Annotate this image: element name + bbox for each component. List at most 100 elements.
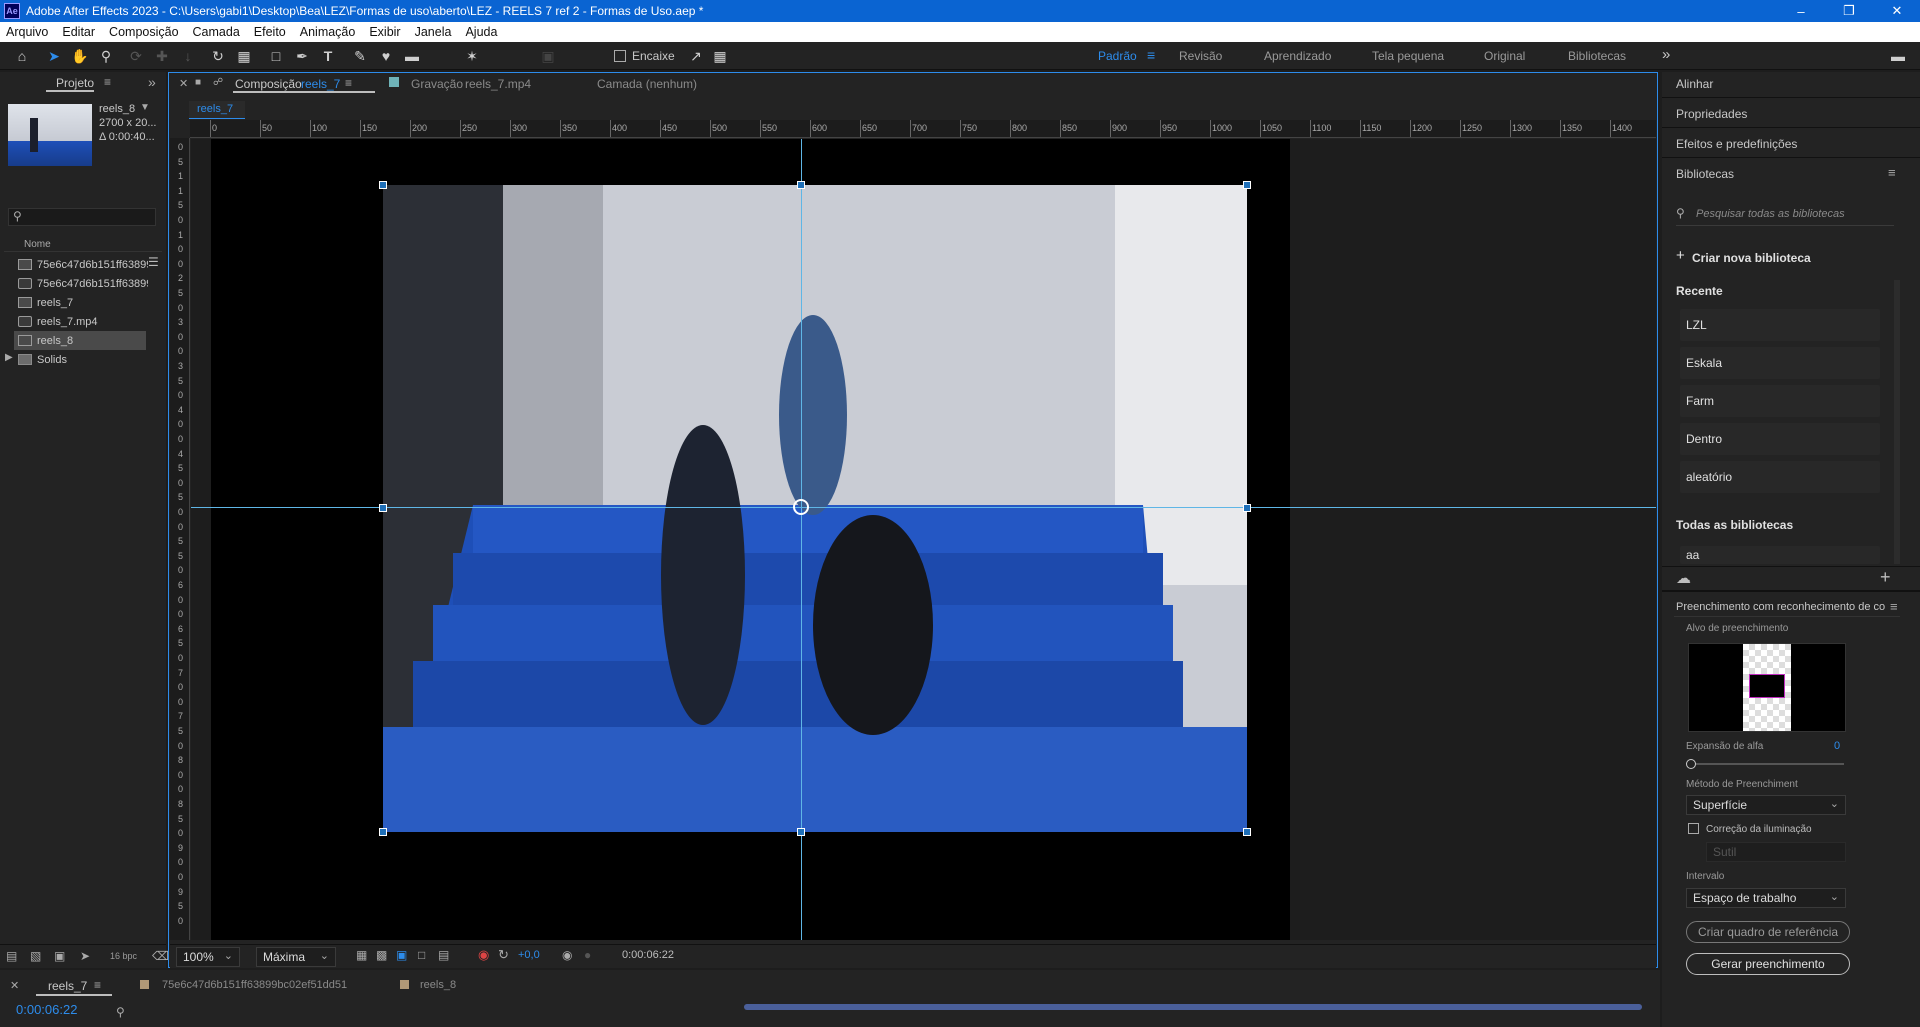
workspace-bibliotecas[interactable]: Bibliotecas bbox=[1568, 49, 1626, 63]
home-icon[interactable]: ⌂ bbox=[14, 48, 30, 64]
workspace-overflow-icon[interactable]: » bbox=[1662, 46, 1670, 63]
transparency-grid-icon[interactable]: ▩ bbox=[376, 948, 387, 962]
comp-tab-name[interactable]: reels_7 bbox=[301, 77, 340, 91]
alpha-expansion-value[interactable]: 0 bbox=[1834, 740, 1840, 752]
transform-handle[interactable] bbox=[379, 828, 387, 836]
create-reference-frame-button[interactable]: Criar quadro de referência bbox=[1686, 921, 1850, 943]
footage-frame[interactable] bbox=[383, 185, 1247, 832]
panel-efeitos[interactable]: Efeitos e predefinições bbox=[1676, 137, 1797, 151]
panel-toggle-icon[interactable]: ▬ bbox=[1890, 48, 1906, 64]
workspace-revisao[interactable]: Revisão bbox=[1179, 49, 1222, 63]
resolution-select[interactable]: Máxima ⌄ bbox=[256, 947, 336, 967]
transform-handle[interactable] bbox=[1243, 828, 1251, 836]
panel-alinhar[interactable]: Alinhar bbox=[1676, 77, 1713, 91]
library-item[interactable]: Eskala bbox=[1680, 347, 1880, 379]
column-name-header[interactable]: Nome bbox=[24, 239, 51, 250]
puppet-tool-icon[interactable]: ✶ bbox=[464, 48, 480, 64]
menu-editar[interactable]: Editar bbox=[62, 25, 95, 39]
type-tool-icon[interactable]: T bbox=[320, 48, 336, 64]
anchor-point-icon[interactable] bbox=[793, 499, 809, 515]
pan-behind-tool-icon[interactable]: ▦ bbox=[236, 48, 252, 64]
project-tab[interactable]: Projeto bbox=[56, 76, 94, 90]
timeline-timecode[interactable]: 0:00:06:22 bbox=[16, 1002, 77, 1017]
create-library-button[interactable]: Criar nova biblioteca bbox=[1692, 251, 1811, 265]
fill-panel-title[interactable]: Preenchimento com reconhecimento de co bbox=[1676, 601, 1888, 613]
exposure-value[interactable]: +0,0 bbox=[518, 949, 540, 961]
cloud-icon[interactable]: ☁ bbox=[1676, 569, 1691, 587]
interpret-footage-icon[interactable]: ▤ bbox=[6, 949, 17, 963]
menu-janela[interactable]: Janela bbox=[415, 25, 452, 39]
project-item[interactable]: 75e6c47d6b151ff63899 bbox=[18, 255, 148, 274]
transform-handle[interactable] bbox=[1243, 504, 1251, 512]
project-overflow-icon[interactable]: » bbox=[148, 74, 156, 90]
generate-fill-button[interactable]: Gerar preenchimento bbox=[1686, 953, 1850, 975]
orbit-tool-icon[interactable]: ⟳ bbox=[128, 48, 144, 64]
lighting-correction-checkbox[interactable] bbox=[1688, 823, 1699, 834]
lighting-strength-select[interactable]: Sutil bbox=[1706, 842, 1846, 862]
region-icon[interactable]: ▦ bbox=[356, 948, 367, 962]
transform-handle[interactable] bbox=[1243, 181, 1251, 189]
transform-handle[interactable] bbox=[797, 828, 805, 836]
viewer-canvas[interactable] bbox=[191, 139, 1656, 940]
project-folder[interactable]: Solids bbox=[18, 350, 148, 369]
transform-handle[interactable] bbox=[379, 504, 387, 512]
add-icon[interactable]: + bbox=[1880, 567, 1891, 588]
menu-exibir[interactable]: Exibir bbox=[369, 25, 400, 39]
library-item[interactable]: Farm bbox=[1680, 385, 1880, 417]
clone-stamp-tool-icon[interactable]: ♥ bbox=[378, 48, 394, 64]
render-icon[interactable]: ➤ bbox=[80, 949, 90, 963]
zoom-tool-icon[interactable]: ⚲ bbox=[98, 48, 114, 64]
vertical-guide[interactable] bbox=[801, 139, 802, 940]
libraries-search-input[interactable]: ⚲ Pesquisar todas as bibliotecas bbox=[1676, 204, 1894, 226]
libraries-menu-icon[interactable]: ≡ bbox=[1888, 165, 1896, 180]
transform-handle[interactable] bbox=[379, 181, 387, 189]
menu-efeito[interactable]: Efeito bbox=[254, 25, 286, 39]
footage-tab-name[interactable]: reels_7.mp4 bbox=[465, 77, 531, 91]
menu-camada[interactable]: Camada bbox=[193, 25, 240, 39]
viewer-timecode[interactable]: 0:00:06:22 bbox=[622, 949, 674, 961]
folder-expand-icon[interactable]: ▶ bbox=[5, 352, 13, 363]
menu-animacao[interactable]: Animação bbox=[300, 25, 356, 39]
mask-toggle-icon[interactable]: ▣ bbox=[396, 948, 407, 962]
pan-tool-icon[interactable]: ✚ bbox=[154, 48, 170, 64]
fill-method-select[interactable]: Superfície ⌄ bbox=[1686, 795, 1846, 815]
close-button[interactable]: ✕ bbox=[1874, 0, 1920, 22]
menu-composicao[interactable]: Composição bbox=[109, 25, 178, 39]
dolly-tool-icon[interactable]: ↓ bbox=[180, 48, 196, 64]
grid-icon[interactable]: ▤ bbox=[438, 948, 449, 962]
snapshot-icon[interactable]: ◉ bbox=[562, 948, 572, 962]
new-folder-icon[interactable]: ▧ bbox=[30, 949, 41, 963]
layer-tab[interactable]: Camada (nenhum) bbox=[597, 77, 697, 91]
project-item[interactable]: 75e6c47d6b151ff63899 bbox=[18, 274, 148, 293]
bpc-label[interactable]: 16 bpc bbox=[110, 951, 137, 961]
rotate-tool-icon[interactable]: ↻ bbox=[210, 48, 226, 64]
horizontal-ruler[interactable]: 0 50 100 150 200 250 300 350 400 450 500 550 600 650 7… bbox=[190, 120, 1656, 138]
interval-select[interactable]: Espaço de trabalho ⌄ bbox=[1686, 888, 1846, 908]
dependency-icon[interactable]: ☰ bbox=[148, 255, 159, 269]
rectangle-tool-icon[interactable]: □ bbox=[268, 48, 284, 64]
selection-tool-icon[interactable]: ➤ bbox=[46, 48, 62, 64]
thumb-dropdown-icon[interactable]: ▼ bbox=[140, 102, 150, 113]
panel-bibliotecas[interactable]: Bibliotecas bbox=[1676, 167, 1734, 181]
snap-grid-icon[interactable]: ▦ bbox=[712, 48, 728, 64]
timeline-search-icon[interactable]: ⚲ bbox=[116, 1005, 125, 1019]
zoom-select[interactable]: 100% ⌄ bbox=[176, 947, 240, 967]
maximize-button[interactable]: ❐ bbox=[1826, 0, 1872, 22]
work-area-bar[interactable] bbox=[744, 1004, 1642, 1010]
breadcrumb[interactable]: reels_7 bbox=[189, 101, 245, 119]
transform-handle[interactable] bbox=[797, 181, 805, 189]
close-tab-icon[interactable]: ✕ bbox=[10, 979, 19, 992]
vertical-ruler[interactable]: 0 5 1 1 5 0 1 0 0 2 5 0 3 0 0 3 5 0 4 0 0 4 5 0 5 0 0 5 5 0 6 0 0 6 5 0 7 0 0 7… bbox=[170, 138, 190, 940]
new-comp-icon[interactable]: ▣ bbox=[54, 949, 65, 963]
fill-panel-menu-icon[interactable]: ≡ bbox=[1890, 599, 1898, 614]
workspace-original[interactable]: Original bbox=[1484, 49, 1525, 63]
project-item[interactable]: reels_7.mp4 bbox=[18, 312, 148, 331]
footage-tab-prefix[interactable]: Gravação bbox=[411, 77, 463, 91]
workspace-padrao[interactable]: Padrão bbox=[1098, 49, 1137, 63]
timeline-tab-comp[interactable]: 75e6c47d6b151ff63899bc02ef51dd51 bbox=[162, 979, 347, 991]
workspace-aprendizado[interactable]: Aprendizado bbox=[1264, 49, 1331, 63]
horizontal-guide[interactable] bbox=[191, 507, 1656, 508]
workspace-menu-icon[interactable]: ≡ bbox=[1147, 47, 1155, 63]
snap-checkbox[interactable] bbox=[614, 50, 626, 62]
brush-tool-icon[interactable]: ✎ bbox=[352, 48, 368, 64]
